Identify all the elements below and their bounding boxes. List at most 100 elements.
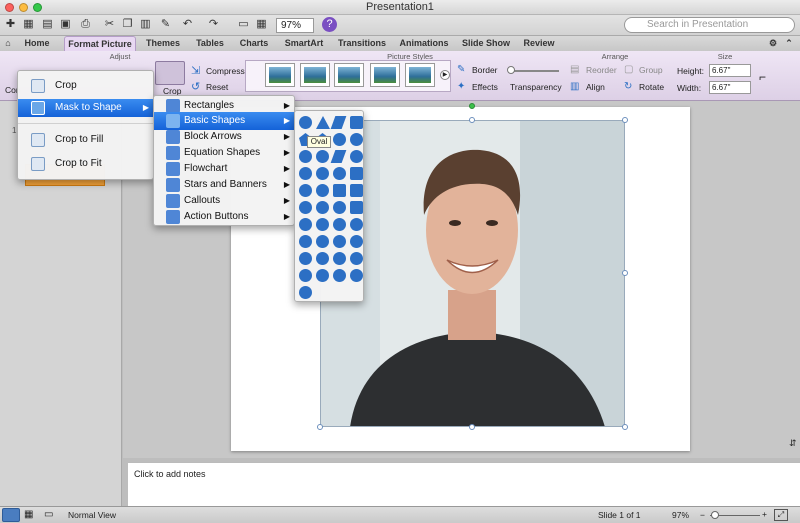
menu-item-crop-to-fill[interactable]: Crop to Fill: [18, 131, 155, 149]
shape-option-30[interactable]: [316, 235, 329, 248]
save-icon[interactable]: ▣: [58, 17, 73, 32]
shape-option-17[interactable]: [299, 184, 312, 197]
crop-button[interactable]: [155, 61, 185, 85]
slide-layout-icon[interactable]: ▭: [236, 17, 251, 32]
open-icon[interactable]: ▤: [40, 17, 55, 32]
tab-themes[interactable]: Themes: [140, 36, 186, 51]
shape-option-24[interactable]: [350, 201, 363, 214]
zoom-slider-thumb[interactable]: [711, 511, 719, 519]
align-button[interactable]: Align: [586, 82, 605, 92]
shape-option-32[interactable]: [350, 235, 363, 248]
shape-option-38[interactable]: [316, 269, 329, 282]
shape-option-33[interactable]: [299, 252, 312, 265]
new-icon[interactable]: ✚: [3, 17, 18, 32]
shape-option-12[interactable]: [350, 150, 363, 163]
reorder-button[interactable]: Reorder: [586, 65, 617, 75]
resize-handle-bottom-right[interactable]: [622, 424, 628, 430]
copy-icon[interactable]: ❐: [120, 17, 135, 32]
tab-format-picture[interactable]: Format Picture: [64, 36, 136, 51]
scroll-arrows-icon[interactable]: ⇵: [789, 438, 797, 449]
border-button[interactable]: Border: [472, 65, 498, 75]
shape-option-26[interactable]: [316, 218, 329, 231]
fit-window-icon[interactable]: ⤢: [774, 509, 788, 521]
undo-icon[interactable]: ↶: [180, 17, 195, 32]
shape-option-19[interactable]: [333, 184, 346, 197]
resize-handle-bottom-left[interactable]: [317, 424, 323, 430]
shape-option-15[interactable]: [333, 167, 346, 180]
tab-tables[interactable]: Tables: [190, 36, 230, 51]
picture-style-5[interactable]: [405, 63, 435, 87]
shape-option-13[interactable]: [299, 167, 312, 180]
slide-show-icon[interactable]: ▭: [44, 509, 53, 520]
effects-button[interactable]: Effects: [472, 82, 498, 92]
picture-style-4[interactable]: [370, 63, 400, 87]
menu-item-crop-to-fit[interactable]: Crop to Fit: [18, 155, 155, 173]
shape-option-21[interactable]: [299, 201, 312, 214]
zoom-out-icon[interactable]: −: [700, 510, 705, 520]
shape-option-18[interactable]: [316, 184, 329, 197]
group-button[interactable]: Group: [639, 65, 663, 75]
search-input[interactable]: Search in Presentation: [624, 17, 795, 33]
table-icon[interactable]: ▦: [254, 17, 269, 32]
tab-review[interactable]: Review: [518, 36, 560, 51]
rotation-handle[interactable]: [469, 103, 475, 109]
ribbon-options-icon[interactable]: ⚙: [766, 36, 780, 51]
resize-handle-top-right[interactable]: [622, 117, 628, 123]
shape-option-27[interactable]: [333, 218, 346, 231]
zoom-field[interactable]: 97%: [276, 18, 314, 33]
transparency-slider-thumb[interactable]: [507, 66, 515, 74]
menu-item-action-buttons[interactable]: Action Buttons ▶: [154, 208, 296, 226]
gallery-icon[interactable]: ▦: [21, 17, 36, 32]
collapse-ribbon-icon[interactable]: ⌃: [783, 36, 795, 51]
resize-handle-bottom[interactable]: [469, 424, 475, 430]
shape-option-3[interactable]: [330, 116, 347, 129]
cut-icon[interactable]: ✂: [102, 17, 117, 32]
shape-option-10[interactable]: [316, 150, 329, 163]
shape-option-16[interactable]: [350, 167, 363, 180]
shape-option-35[interactable]: [333, 252, 346, 265]
gallery-next-icon[interactable]: ▶: [440, 70, 450, 80]
shape-option-14[interactable]: [316, 167, 329, 180]
menu-item-crop[interactable]: Crop: [18, 77, 155, 95]
shape-option-7[interactable]: [333, 133, 346, 146]
shape-option-40[interactable]: [350, 269, 363, 282]
shape-option-9[interactable]: [299, 150, 312, 163]
shape-option-39[interactable]: [333, 269, 346, 282]
print-icon[interactable]: ⎙: [78, 17, 93, 32]
normal-view-icon[interactable]: [2, 508, 20, 522]
shape-option-29[interactable]: [299, 235, 312, 248]
paste-icon[interactable]: ▥: [138, 17, 153, 32]
transparency-slider[interactable]: [509, 70, 559, 72]
redo-icon[interactable]: ↷: [206, 17, 221, 32]
tab-transitions[interactable]: Transitions: [334, 36, 390, 51]
shape-option-1[interactable]: [299, 116, 312, 129]
shape-option-22[interactable]: [316, 201, 329, 214]
shape-option-36[interactable]: [350, 252, 363, 265]
shape-option-37[interactable]: [299, 269, 312, 282]
shape-option-23[interactable]: [333, 201, 346, 214]
shape-option-34[interactable]: [316, 252, 329, 265]
notes-pane[interactable]: Click to add notes: [128, 462, 800, 506]
resize-handle-right[interactable]: [622, 270, 628, 276]
width-field[interactable]: 6.67": [709, 81, 751, 94]
format-painter-icon[interactable]: ✎: [158, 17, 173, 32]
height-field[interactable]: 6.67": [709, 64, 751, 77]
shape-option-20[interactable]: [350, 184, 363, 197]
zoom-in-icon[interactable]: +: [762, 509, 767, 519]
tab-smartart[interactable]: SmartArt: [278, 36, 330, 51]
compress-button[interactable]: Compress: [206, 66, 245, 76]
shape-option-2[interactable]: [316, 116, 330, 129]
shape-option-31[interactable]: [333, 235, 346, 248]
resize-handle-top[interactable]: [469, 117, 475, 123]
picture-style-3[interactable]: [334, 63, 364, 87]
slide-sorter-icon[interactable]: ▦: [24, 509, 33, 520]
tab-animations[interactable]: Animations: [394, 36, 454, 51]
shape-option-28[interactable]: [350, 218, 363, 231]
rotate-button[interactable]: Rotate: [639, 82, 664, 92]
tab-slide-show[interactable]: Slide Show: [458, 36, 514, 51]
shape-option-11[interactable]: [330, 150, 347, 163]
menu-item-mask-to-shape[interactable]: Mask to Shape ▶: [18, 99, 155, 117]
tab-home[interactable]: Home: [14, 36, 60, 51]
reset-button[interactable]: Reset: [206, 82, 228, 92]
shape-option-41[interactable]: [299, 286, 312, 299]
